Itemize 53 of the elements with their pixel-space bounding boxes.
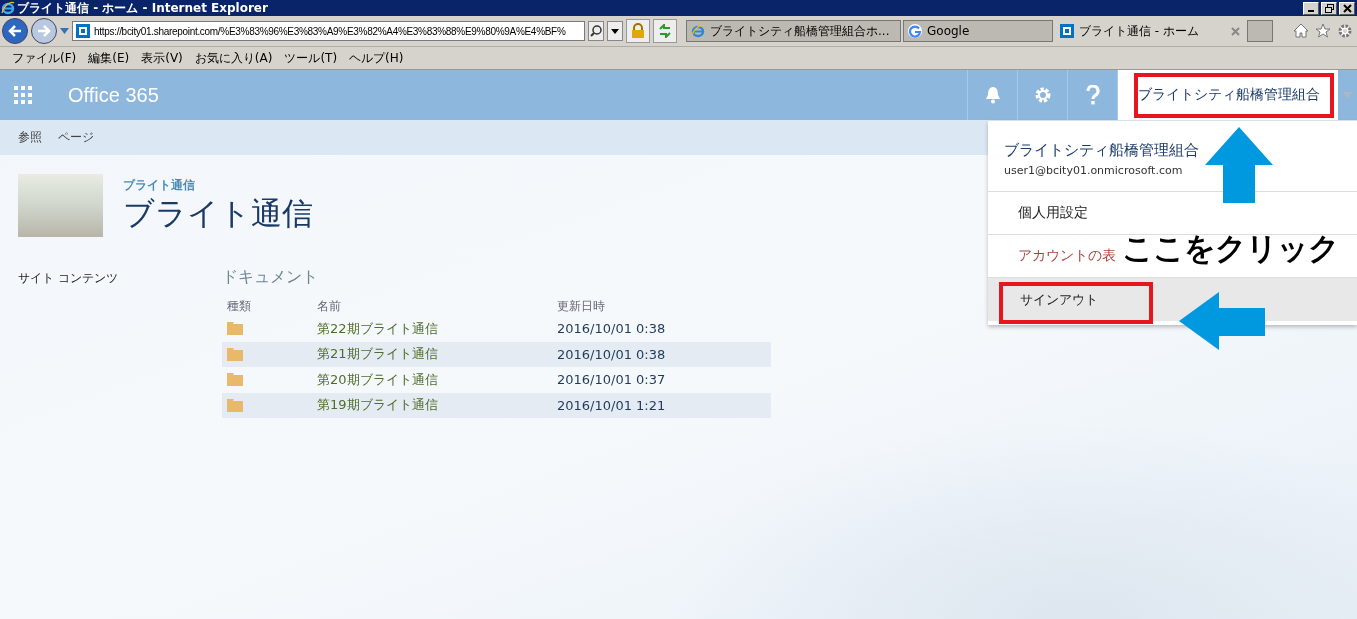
folder-icon [227,347,243,361]
modified-date: 2016/10/01 0:37 [557,372,667,388]
account-menu-item[interactable]: アカウントの表 [988,235,1118,277]
up-arrow-icon [1205,127,1273,203]
column-header[interactable]: 種類 [227,297,317,315]
window-title: ブライト通信 - ホーム - Internet Explorer [17,0,268,17]
account-menu-item[interactable]: 個人用設定 [988,192,1090,234]
library-title[interactable]: ドキュメント [222,267,771,288]
back-button[interactable] [2,18,28,44]
menu-item[interactable]: お気に入り(A) [188,49,279,67]
site-title: ブライト通信 [123,194,313,232]
close-tab-icon[interactable] [1231,26,1240,36]
menu-item[interactable]: ファイル(F) [6,49,83,67]
folder-icon [227,373,243,387]
folder-icon [227,398,243,412]
column-header[interactable]: 名前 [317,297,557,315]
star-icon[interactable] [1315,23,1331,38]
browser-logo-icon [1,1,15,15]
menu-item[interactable]: 表示(V) [135,49,189,67]
ribbon-tab[interactable]: 参照 [10,129,50,146]
folder-icon [227,322,243,336]
forward-button[interactable] [31,18,57,44]
refresh-icon[interactable] [653,19,677,43]
google-logo-icon [908,24,922,38]
folder-name-link[interactable]: 第21期ブライト通信 [317,345,557,364]
folder-name-link[interactable]: 第20期ブライト通信 [317,370,557,389]
modified-date: 2016/10/01 0:38 [557,321,667,337]
gear-icon[interactable] [1337,23,1353,39]
annotation-text: ここをクリック [1122,229,1339,268]
modified-date: 2016/10/01 0:38 [557,346,667,362]
dropdown-button[interactable] [607,21,623,41]
nav-link[interactable]: サイト コンテンツ [18,271,118,285]
caret-icon[interactable] [611,28,619,34]
browser-tab[interactable]: Google [903,20,1053,42]
left-arrow-icon[interactable] [8,25,22,37]
new-tab-button[interactable] [1247,20,1273,42]
menu-item[interactable]: 編集(E) [82,49,136,67]
folder-name-link[interactable]: 第19期ブライト通信 [317,396,557,415]
account-name: ブライトシティ船橋管理組合 [1003,140,1200,160]
menu-item[interactable]: ツール(T) [278,49,344,67]
column-header[interactable]: 更新日時 [557,297,771,315]
modified-date: 2016/10/01 1:21 [557,397,667,413]
breadcrumb-link[interactable]: ブライト通信 [123,177,313,194]
address-field[interactable]: https://bcity01.sharepoint.com/%E3%83%96%E3%83%A9%E3%82%A4%E3%83%88%E9%80%9A%E4%BF% [72,21,585,41]
search-button[interactable] [588,21,604,41]
home-icon[interactable] [1293,23,1309,38]
menu-item[interactable]: ヘルプ(H) [343,49,410,67]
folder-name-link[interactable]: 第22期ブライト通信 [317,319,557,338]
browser-tab[interactable]: ブライトシティ船橋管理組合ホ... [686,20,901,42]
left-arrow-icon [1179,292,1265,350]
browser-logo-icon [691,24,705,38]
ribbon-tab[interactable]: ページ [50,129,102,146]
lock-icon[interactable] [626,19,650,43]
